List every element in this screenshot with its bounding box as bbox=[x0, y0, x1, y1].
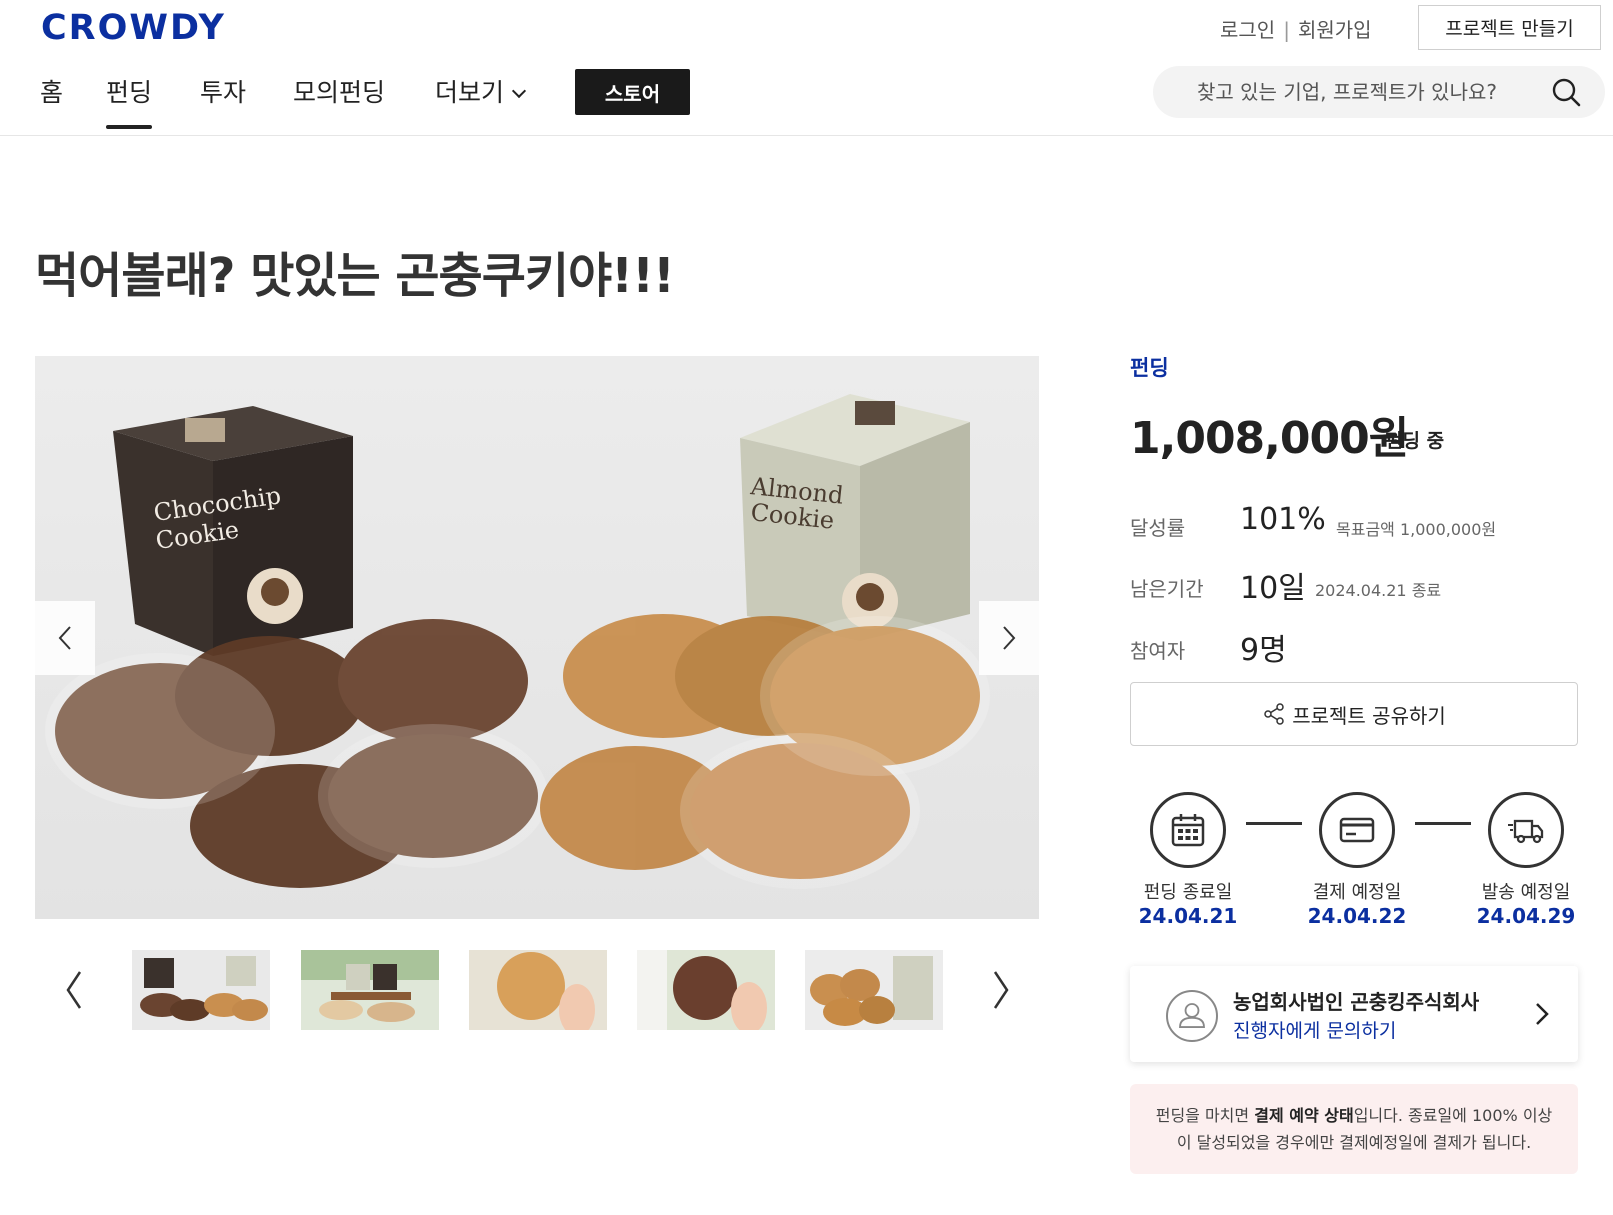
maker-name: 농업회사법인 곤충킹주식회사 bbox=[1233, 990, 1480, 1014]
funding-status: 펀딩 중 bbox=[1385, 430, 1445, 452]
step-label: 펀딩 종료일 bbox=[1143, 882, 1233, 903]
nav-more[interactable]: 더보기 bbox=[435, 73, 527, 109]
login-link[interactable]: 로그인 bbox=[1220, 18, 1275, 42]
thumbnail-3[interactable] bbox=[469, 950, 607, 1030]
chevron-down-icon bbox=[511, 83, 527, 99]
funded-amount: 1,008,000원 bbox=[1130, 413, 1409, 464]
chevron-right-icon bbox=[1003, 626, 1016, 650]
achievement-value: 101% bbox=[1240, 502, 1326, 537]
step-connector bbox=[1246, 822, 1302, 825]
thumbnail-prev-button[interactable] bbox=[62, 968, 86, 1012]
search-bar bbox=[1153, 66, 1605, 118]
step-payment bbox=[1319, 792, 1395, 868]
truck-icon bbox=[1508, 819, 1544, 844]
thumbnail-1[interactable] bbox=[132, 950, 270, 1030]
user-icon bbox=[1166, 990, 1218, 1042]
step-label: 결제 예정일 bbox=[1312, 882, 1402, 903]
make-project-button[interactable]: 프로젝트 만들기 bbox=[1418, 5, 1601, 50]
end-date: 2024.04.21 종료 bbox=[1315, 581, 1442, 600]
thumbnail-image bbox=[637, 950, 775, 1030]
nav-mock-funding[interactable]: 모의펀딩 bbox=[293, 73, 385, 109]
notice-emphasis: 결제 예약 상태 bbox=[1254, 1106, 1354, 1125]
search-icon[interactable] bbox=[1551, 77, 1581, 107]
notice-text-1: 펀딩을 마치면 bbox=[1155, 1106, 1255, 1125]
nav-more-label: 더보기 bbox=[435, 78, 505, 107]
thumbnail-4[interactable] bbox=[637, 950, 775, 1030]
thumbnail-image bbox=[301, 950, 439, 1030]
step-date: 24.04.22 bbox=[1307, 904, 1407, 928]
nav-home[interactable]: 홈 bbox=[40, 73, 63, 109]
signup-link[interactable]: 회원가입 bbox=[1298, 18, 1372, 42]
nav-funding[interactable]: 펀딩 bbox=[106, 73, 153, 129]
project-kind: 펀딩 bbox=[1130, 356, 1169, 380]
card-icon bbox=[1339, 817, 1375, 843]
project-title: 먹어볼래? 맛있는 곤충쿠키야!!! bbox=[35, 248, 675, 304]
thumbnail-5[interactable] bbox=[805, 950, 943, 1030]
image-next-button[interactable] bbox=[979, 601, 1039, 675]
auth-divider: | bbox=[1283, 18, 1290, 42]
goal-amount: 목표금액 1,000,000원 bbox=[1336, 520, 1497, 539]
maker-card[interactable]: 농업회사법인 곤충킹주식회사 진행자에게 문의하기 bbox=[1130, 966, 1578, 1062]
participants-label: 참여자 bbox=[1130, 639, 1186, 663]
step-delivery bbox=[1488, 792, 1564, 868]
thumbnail-2[interactable] bbox=[301, 950, 439, 1030]
share-label: 프로젝트 공유하기 bbox=[1292, 703, 1446, 728]
remaining-value: 10일 bbox=[1240, 571, 1306, 606]
thumbnail-image bbox=[132, 950, 270, 1030]
image-prev-button[interactable] bbox=[35, 601, 95, 675]
participants-value: 9명 bbox=[1240, 633, 1287, 668]
chevron-right-icon bbox=[1536, 1003, 1549, 1025]
step-label: 발송 예정일 bbox=[1481, 882, 1571, 903]
step-funding-end bbox=[1150, 792, 1226, 868]
nav-invest[interactable]: 투자 bbox=[200, 73, 246, 109]
remaining-label: 남은기간 bbox=[1130, 577, 1204, 601]
thumbnail-image bbox=[805, 950, 943, 1030]
thumbnail-image bbox=[469, 950, 607, 1030]
auth-links: 로그인 | 회원가입 bbox=[1220, 14, 1372, 43]
logo[interactable]: CROWDY bbox=[41, 8, 226, 48]
share-project-button[interactable]: 프로젝트 공유하기 bbox=[1130, 682, 1578, 746]
payment-notice: 펀딩을 마치면 결제 예약 상태입니다. 종료일에 100% 이상이 달성되었을… bbox=[1130, 1084, 1578, 1174]
step-connector bbox=[1415, 822, 1471, 825]
site-header: CROWDY 로그인 | 회원가입 프로젝트 만들기 홈 펀딩 투자 모의펀딩 더보… bbox=[0, 0, 1613, 136]
contact-maker-link[interactable]: 진행자에게 문의하기 bbox=[1233, 1016, 1396, 1043]
step-date: 24.04.21 bbox=[1138, 904, 1238, 928]
calendar-icon bbox=[1171, 814, 1205, 847]
cookie-product-photo: Chocochip Cookie Almond Cookie bbox=[45, 394, 990, 889]
search-input[interactable] bbox=[1197, 66, 1537, 118]
share-icon bbox=[1264, 703, 1284, 725]
achievement-label: 달성률 bbox=[1130, 516, 1186, 540]
thumbnail-next-button[interactable] bbox=[989, 968, 1013, 1012]
main-product-image: Chocochip Cookie Almond Cookie bbox=[35, 356, 1039, 919]
step-date: 24.04.29 bbox=[1476, 904, 1576, 928]
chevron-left-icon bbox=[58, 626, 71, 650]
store-button[interactable]: 스토어 bbox=[575, 69, 690, 115]
